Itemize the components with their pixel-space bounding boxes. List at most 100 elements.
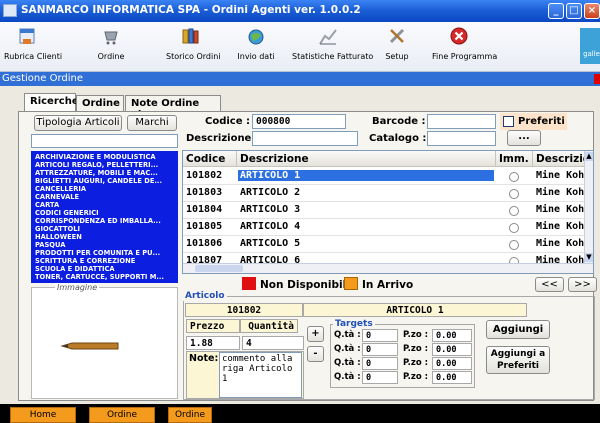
cart-icon [104,31,118,45]
target-pzo-field[interactable]: 0.00 [432,357,472,370]
category-item[interactable]: SCRITTURA E CORREZIONE [35,257,174,265]
table-row[interactable]: 101802 ARTICOLO 1 Mine Koh I No [183,168,586,185]
category-list[interactable]: ARCHIVIAZIONE E MODULISTICA ARTICOLI REGA… [31,151,178,283]
descrizione-label: Descrizione : [186,133,259,144]
descrizione-input[interactable] [252,131,358,146]
category-item[interactable]: CODICI GENERICI [35,209,174,217]
category-item[interactable]: ATTREZZATURE, MOBILI E MAC... [35,169,174,177]
in-arrivo-swatch [344,277,358,290]
quantita-input[interactable]: 4 [242,336,304,350]
table-row[interactable]: 101803 ARTICOLO 2 Mine Koh I No [183,185,586,202]
table-row[interactable]: 101806 ARTICOLO 5 Mine Koh I No [183,236,586,253]
category-item[interactable]: CANCELLERIA [35,185,174,193]
bottom-tab-ordine[interactable]: Ordine [89,407,155,423]
cell-descrizione-i: Mine Koh I No [536,221,586,232]
minimize-button[interactable]: _ [548,3,564,19]
target-qta-label: Q.tà : [334,330,361,340]
maximize-button[interactable]: □ [566,3,582,19]
image-preview-icon[interactable] [509,170,523,184]
toolbar-statistiche[interactable]: Statistiche Fatturato [292,26,373,61]
col-codice[interactable]: Codice [183,151,237,167]
barcode-input[interactable] [427,114,496,129]
category-item[interactable]: CARTA [35,201,174,209]
toolbar-fine-programma[interactable]: Fine Programma [432,26,497,61]
category-item[interactable]: BIGLIETTI AUGURI, CANDELE DE... [35,177,174,185]
category-item[interactable]: HALLOWEEN [35,233,174,241]
scroll-down-icon[interactable]: ▼ [585,253,593,262]
table-horizontal-scrollbar[interactable] [183,263,593,273]
col-immagine[interactable]: Imm. [496,151,533,167]
scroll-up-icon[interactable]: ▲ [585,152,593,161]
category-item[interactable]: PASQUA [35,241,174,249]
globe-send-icon [248,29,264,45]
aggiungi-button[interactable]: Aggiungi [486,320,550,339]
prezzo-field[interactable]: 1.88 [186,336,240,350]
image-preview-icon[interactable] [509,238,523,252]
table-row[interactable]: 101804 ARTICOLO 3 Mine Koh I No [183,202,586,219]
col-descrizione[interactable]: Descrizione [237,151,496,167]
category-item[interactable]: ARCHIVIAZIONE E MODULISTICA [35,153,174,161]
table-vertical-scrollbar[interactable]: ▲ ▼ [584,151,593,263]
close-button[interactable]: × [584,3,600,19]
decrease-quantity-button[interactable]: - [307,346,324,362]
cell-descrizione: ARTICOLO 1 [238,170,494,181]
note-textarea[interactable]: commento alla riga Articolo 1 [219,352,302,398]
tools-icon [389,28,405,44]
exit-icon [450,27,468,45]
table-row[interactable]: 101805 ARTICOLO 4 Mine Koh I No [183,219,586,236]
category-item[interactable]: PRODOTTI PER COMUNITA E PU... [35,249,174,257]
image-preview-icon[interactable] [509,187,523,201]
article-pencil-image [60,342,119,350]
image-preview-icon[interactable] [509,204,523,218]
app-icon [3,4,17,17]
articolo-title: Articolo [183,291,227,301]
cell-descrizione: ARTICOLO 3 [240,204,301,215]
catalogo-browse-button[interactable]: ... [507,130,541,146]
tab-ordine[interactable]: Ordine [76,95,124,112]
target-qta-label: Q.tà : [334,372,361,382]
section-header: Gestione Ordine [0,72,600,86]
bottom-tab-ordine-2[interactable]: Ordine [168,407,212,423]
toolbar-invio-dati[interactable]: Invio dati [236,26,276,61]
category-item[interactable]: SCUOLA E DIDATTICA [35,265,174,273]
image-preview-icon[interactable] [509,221,523,235]
cell-descrizione-i: Mine Koh I No [536,204,586,215]
next-page-button[interactable]: >> [568,277,597,292]
codice-input[interactable]: 000800 [252,114,346,129]
tipologia-articoli-button[interactable]: Tipologia Articoli [34,115,122,131]
prev-page-button[interactable]: << [535,277,564,292]
category-item[interactable]: CORRISPONDENZA ED IMBALLA... [35,217,174,225]
marchi-button[interactable]: Marchi [127,115,177,131]
target-qta-field[interactable]: 0 [362,357,398,370]
scroll-thumb[interactable] [195,265,243,272]
bottom-tab-home[interactable]: Home [10,407,76,423]
cell-codice: 101805 [186,221,223,232]
cell-codice: 101803 [186,187,223,198]
target-qta-field[interactable]: 0 [362,371,398,384]
tab-ricerche[interactable]: Ricerche [24,93,79,112]
toolbar-setup[interactable]: Setup [382,26,412,61]
cell-codice: 101804 [186,204,223,215]
aggiungi-preferiti-button[interactable]: Aggiungi a Preferiti [486,346,550,374]
target-pzo-field[interactable]: 0.00 [432,343,472,356]
target-qta-field[interactable]: 0 [362,329,398,342]
target-pzo-field[interactable]: 0.00 [432,371,472,384]
toolbar-rubrica-clienti[interactable]: Rubrica Clienti [4,26,62,61]
articles-table: Codice Descrizione Imm. Descrizione I 10… [182,150,594,274]
target-qta-field[interactable]: 0 [362,343,398,356]
category-item[interactable]: GIOCATTOLI [35,225,174,233]
catalogo-input[interactable] [427,131,496,146]
toolbar-storico-ordini[interactable]: Storico Ordini [166,26,221,61]
toolbar-ordine[interactable]: Ordine [91,26,131,61]
increase-quantity-button[interactable]: + [307,326,324,342]
preferiti-checkbox[interactable] [503,116,514,127]
category-filter-input[interactable] [31,134,178,148]
category-item[interactable]: TONER, CARTUCCE, SUPPORTI M... [35,273,174,281]
tab-note-ordine[interactable]: Note Ordine etc. [125,95,221,120]
target-pzo-field[interactable]: 0.00 [432,329,472,342]
col-descrizione-i[interactable]: Descrizione I [533,151,586,167]
category-item[interactable]: CARNEVALE [35,193,174,201]
preferiti-label: Preferiti [518,116,565,127]
category-item[interactable]: ARTICOLI REGALO, PELLETTERI... [35,161,174,169]
cell-descrizione-i: Mine Koh I No [536,238,586,249]
